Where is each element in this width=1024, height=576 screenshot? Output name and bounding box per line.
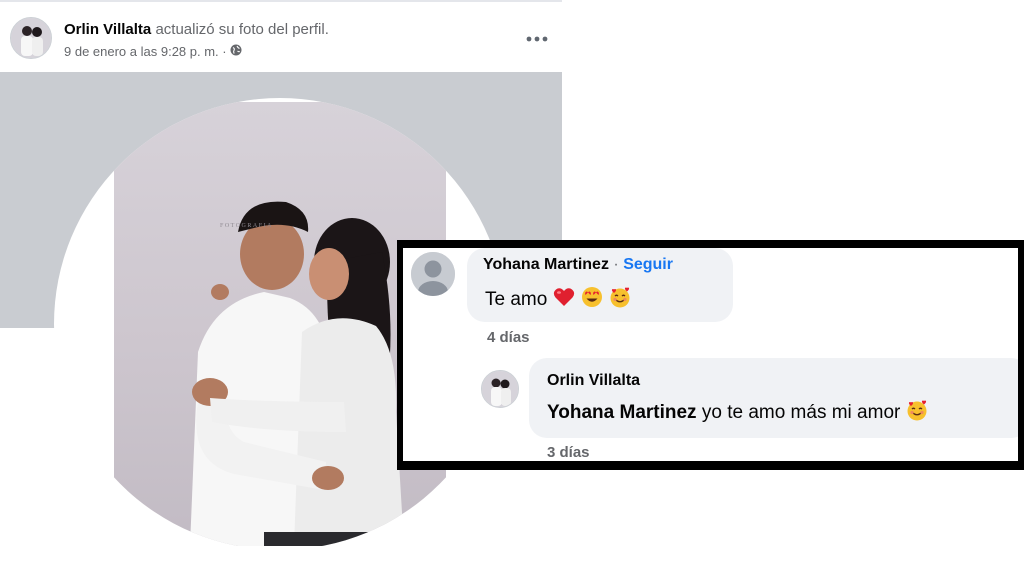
post-header: Orlin Villalta actualizó su foto del per… bbox=[0, 0, 562, 72]
comment-body: Te amo bbox=[485, 289, 548, 310]
reply-bubble: Orlin Villalta Yohana Martinez yo te amo… bbox=[529, 358, 1018, 438]
separator-dot: · bbox=[613, 256, 619, 273]
follow-button[interactable]: Seguir bbox=[623, 256, 673, 273]
reply-time[interactable]: 3 días bbox=[547, 444, 590, 461]
more-options-icon[interactable] bbox=[522, 24, 552, 54]
reply-text: Yohana Martinez yo te amo más mi amor bbox=[547, 399, 928, 427]
post-author-avatar[interactable] bbox=[10, 17, 52, 59]
comments-panel: Yohana Martinez · Seguir Te amo 4 días O… bbox=[397, 240, 1024, 470]
heart-eyes-emoji bbox=[581, 286, 603, 314]
photo-watermark: FOTOGRAFIA bbox=[220, 223, 273, 229]
comment-time[interactable]: 4 días bbox=[487, 329, 530, 346]
post-timestamp[interactable]: 9 de enero a las 9:28 p. m. · bbox=[64, 44, 227, 59]
smiling-face-with-hearts-emoji bbox=[906, 399, 928, 427]
comments-list: Yohana Martinez · Seguir Te amo 4 días O… bbox=[403, 248, 1018, 461]
comment-bubble: Yohana Martinez · Seguir Te amo bbox=[467, 248, 733, 322]
reply-author[interactable]: Orlin Villalta bbox=[547, 372, 640, 390]
post-action-text: actualizó su foto del perfil. bbox=[155, 21, 329, 38]
post-meta: 9 de enero a las 9:28 p. m. · bbox=[64, 44, 242, 59]
reply-body: yo te amo más mi amor bbox=[701, 402, 901, 423]
comment-text: Te amo bbox=[485, 286, 631, 314]
reply-author-avatar[interactable] bbox=[481, 370, 519, 408]
post-title-line: Orlin Villalta actualizó su foto del per… bbox=[64, 21, 329, 38]
mention-link[interactable]: Yohana Martinez bbox=[547, 402, 697, 423]
heart-emoji bbox=[553, 287, 575, 313]
comment-author[interactable]: Yohana Martinez bbox=[483, 256, 609, 273]
commenter-default-avatar[interactable] bbox=[411, 252, 455, 296]
comment-header: Yohana Martinez · Seguir bbox=[483, 256, 673, 274]
globe-icon bbox=[230, 44, 242, 59]
post-author-name[interactable]: Orlin Villalta bbox=[64, 21, 151, 38]
smiling-face-with-hearts-emoji bbox=[609, 286, 631, 314]
